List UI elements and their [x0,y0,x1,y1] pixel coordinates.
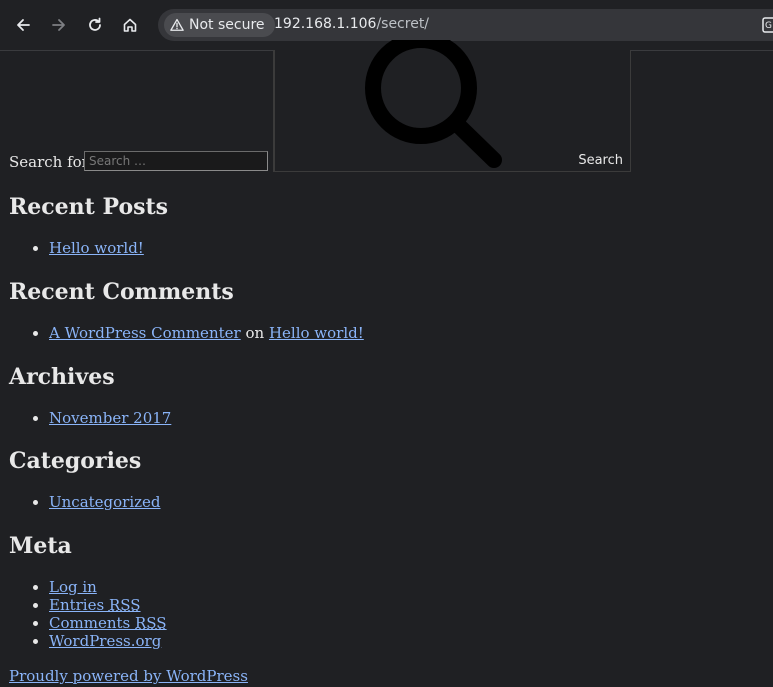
recent-posts-widget: Recent Posts Hello world! [9,194,168,257]
url-path: /secret/ [376,16,430,32]
reload-icon [89,17,101,31]
search-submit-button[interactable]: Search [273,40,631,172]
comment-author-link[interactable]: A WordPress Commenter [49,324,241,342]
svg-text:G: G [765,21,772,31]
category-link[interactable]: Uncategorized [49,493,161,511]
comment-post-link[interactable]: Hello world! [269,324,364,342]
home-button[interactable] [119,13,141,37]
entries-rss-link[interactable]: Entries RSS [49,596,141,614]
categories-heading: Categories [9,448,142,474]
list-item: November 2017 [49,409,171,427]
list-item: Log in [49,578,167,596]
security-chip[interactable]: Not secure [164,13,275,37]
forward-arrow-icon [52,19,65,31]
recent-comments-list: A WordPress Commenter on Hello world! [9,324,364,342]
warning-triangle-icon [170,18,184,31]
login-link[interactable]: Log in [49,578,97,596]
archives-heading: Archives [9,364,115,390]
reload-button[interactable] [84,13,106,37]
comments-rss-abbr: RSS [135,614,167,632]
meta-widget: Meta Log in Entries RSS Comments RSS Wor… [9,533,167,650]
entries-rss-abbr: RSS [108,596,141,614]
translate-icon[interactable]: G [762,17,773,37]
list-item: Comments RSS [49,614,167,632]
categories-list: Uncategorized [9,493,161,511]
recent-posts-heading: Recent Posts [9,194,169,220]
list-item: Hello world! [49,239,168,257]
list-item: A WordPress Commenter on Hello world! [49,324,364,342]
categories-widget: Categories Uncategorized [9,448,161,511]
entries-rss-prefix: Entries [49,596,109,614]
meta-list: Log in Entries RSS Comments RSS WordPres… [9,578,167,650]
post-link[interactable]: Hello world! [49,239,144,257]
url-host: 192.168.1.106 [274,16,377,32]
search-form: Search for: Search [0,40,632,174]
comments-rss-link[interactable]: Comments RSS [49,614,167,632]
comment-connector: on [245,324,265,342]
archives-widget: Archives November 2017 [9,364,171,427]
back-button[interactable] [12,13,34,37]
list-item: Uncategorized [49,493,161,511]
forward-button[interactable] [48,13,70,37]
archives-list: November 2017 [9,409,171,427]
powered-by-link[interactable]: Proudly powered by WordPress [9,667,248,685]
recent-comments-heading: Recent Comments [9,279,234,305]
archive-link[interactable]: November 2017 [49,409,171,427]
url-text[interactable]: 192.168.1.106/secret/ [274,16,429,32]
search-icon [365,40,502,168]
search-label: Search for: [9,153,94,171]
search-input[interactable] [84,151,268,171]
comments-rss-prefix: Comments [49,614,135,632]
search-button-label: Search [578,153,623,168]
home-icon [123,18,137,32]
wordpress-org-link[interactable]: WordPress.org [49,632,161,650]
security-label: Not secure [189,17,265,33]
recent-comments-widget: Recent Comments A WordPress Commenter on… [9,279,364,342]
list-item: Entries RSS [49,596,167,614]
recent-posts-list: Hello world! [9,239,168,257]
address-bar[interactable]: Not secure 192.168.1.106/secret/ [158,9,773,41]
back-arrow-icon [17,19,30,31]
list-item: WordPress.org [49,632,167,650]
meta-heading: Meta [9,533,72,559]
